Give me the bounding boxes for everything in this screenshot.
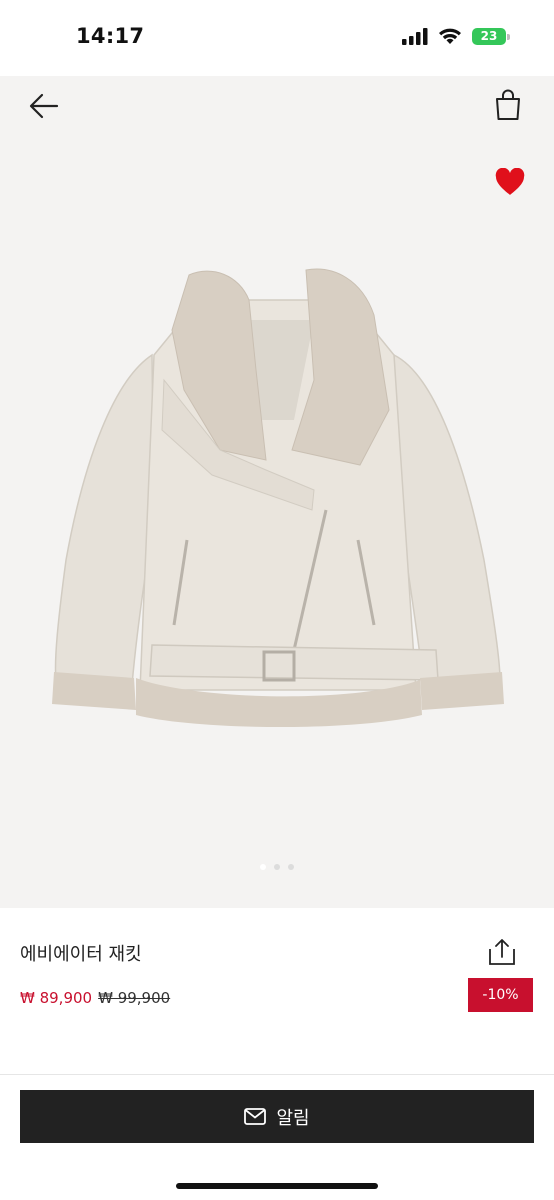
cellular-signal-icon	[402, 27, 428, 45]
product-name: 에비에이터 재킷	[20, 944, 142, 965]
shopping-bag-icon	[496, 89, 520, 120]
notify-label: 알림	[276, 1107, 310, 1129]
share-button[interactable]	[486, 936, 518, 968]
back-arrow-icon	[29, 93, 59, 119]
carousel-pagination[interactable]	[0, 864, 554, 870]
carousel-dot-1[interactable]	[260, 864, 266, 870]
heart-icon	[495, 168, 525, 195]
share-icon	[489, 939, 515, 965]
notify-button[interactable]: 알림	[20, 1090, 534, 1143]
home-indicator	[176, 1183, 378, 1189]
back-button[interactable]	[26, 88, 62, 124]
price-row: ₩ 89,900 ₩ 99,900	[20, 989, 170, 1007]
sale-price: ₩ 89,900	[20, 989, 93, 1007]
status-icons: 23	[402, 27, 510, 45]
carousel-dot-2[interactable]	[274, 864, 280, 870]
wifi-icon	[439, 28, 461, 44]
battery-indicator: 23	[472, 27, 510, 45]
section-divider	[0, 1074, 554, 1075]
battery-level: 23	[480, 29, 498, 43]
shopping-bag-button[interactable]	[490, 86, 526, 124]
product-image	[52, 268, 504, 728]
mail-icon	[244, 1108, 267, 1125]
favorite-button[interactable]	[492, 164, 528, 200]
original-price: ₩ 99,900	[98, 989, 171, 1007]
discount-badge: -10%	[468, 978, 533, 1012]
carousel-dot-3[interactable]	[288, 864, 294, 870]
status-time: 14:17	[76, 24, 145, 48]
status-bar: 14:17 23	[0, 0, 554, 76]
